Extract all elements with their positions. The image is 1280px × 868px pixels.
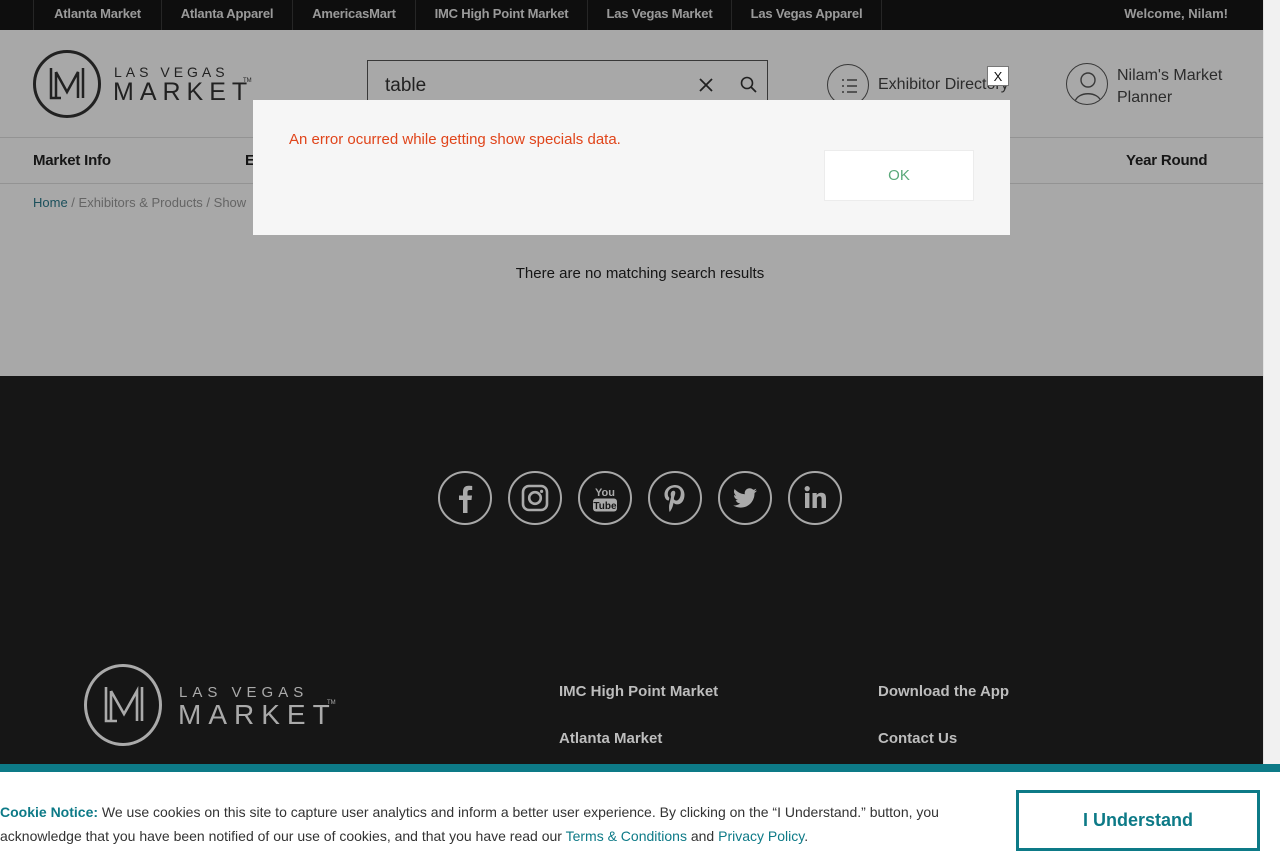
close-dialog-button[interactable]: X [987,66,1009,86]
pinterest-icon[interactable] [648,471,702,525]
twitter-icon[interactable] [718,471,772,525]
cookie-notice-heading: Cookie Notice: [0,804,99,820]
instagram-icon[interactable] [508,471,562,525]
ok-button[interactable]: OK [824,150,974,201]
error-dialog: An error ocurred while getting show spec… [253,100,1010,235]
cookie-notice-text: Cookie Notice: We use cookies on this si… [0,800,990,848]
footer-link-imc-high-point[interactable]: IMC High Point Market [559,683,718,700]
privacy-link[interactable]: Privacy Policy [718,828,804,844]
facebook-icon[interactable] [438,471,492,525]
terms-link[interactable]: Terms & Conditions [566,828,687,844]
footer-logo-line-2: MARKET [178,699,337,730]
youtube-wordmark-you: You [595,487,615,499]
cookie-notice-bar: Cookie Notice: We use cookies on this si… [0,764,1280,868]
footer-logo-lm-mark-icon [104,686,144,723]
error-message: An error ocurred while getting show spec… [289,131,621,148]
linkedin-icon[interactable] [788,471,842,525]
footer-logo-trademark: TM [327,700,336,706]
cookie-notice-and: and [686,828,719,844]
page-scrollbar[interactable] [1263,0,1280,868]
footer-link-atlanta-market[interactable]: Atlanta Market [559,730,662,747]
cookie-notice-end: . [804,828,809,844]
site-footer: You Tube LAS VEGAS MARKET TM IMC High Po… [0,376,1263,776]
footer-link-contact-us[interactable]: Contact Us [878,730,957,747]
youtube-icon[interactable]: You Tube [578,471,632,525]
i-understand-button[interactable]: I Understand [1016,790,1260,851]
footer-link-download-app[interactable]: Download the App [878,683,1009,700]
youtube-wordmark-tube: Tube [593,501,617,512]
